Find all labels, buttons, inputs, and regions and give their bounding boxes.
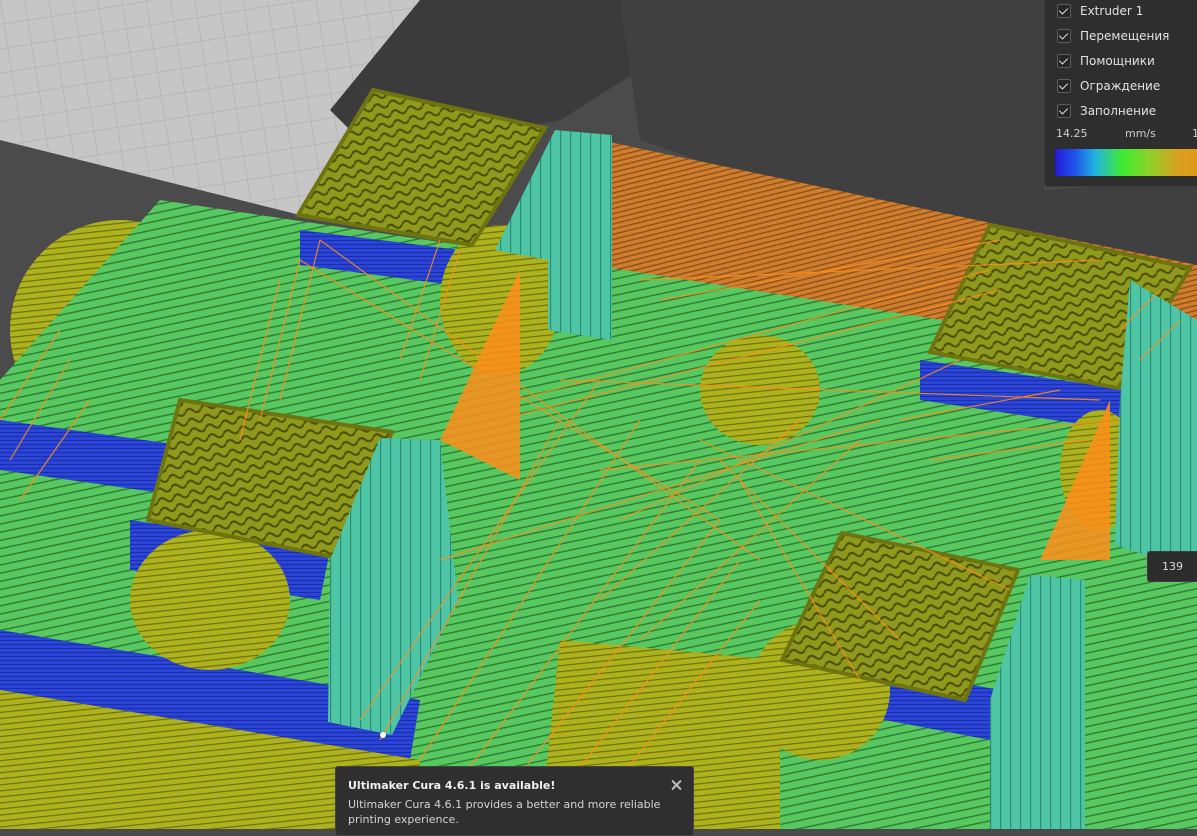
- feature-row-shell[interactable]: Ограждение: [1057, 77, 1160, 95]
- notification-close-button[interactable]: [666, 775, 686, 795]
- feature-label-helpers: Помощники: [1080, 54, 1155, 68]
- travels-checkbox[interactable]: [1057, 29, 1071, 43]
- check-icon: [1058, 105, 1069, 115]
- cylinder-olive-1: [130, 530, 290, 670]
- feature-label-extruder: Extruder 1: [1080, 4, 1144, 18]
- feature-row-infill[interactable]: Заполнение: [1057, 102, 1156, 120]
- layer-view-canvas[interactable]: [0, 0, 1197, 829]
- layer-marker-1: [380, 732, 386, 738]
- layer-view-viewport[interactable]: Extruder 1 Перемещения Помощники Огражде…: [0, 0, 1197, 836]
- shell-checkbox[interactable]: [1057, 79, 1071, 93]
- feature-label-shell: Ограждение: [1080, 79, 1161, 93]
- legend-unit: mm/s: [1125, 127, 1156, 140]
- notification-title: Ultimaker Cura 4.6.1 is available!: [348, 779, 556, 792]
- color-scheme-panel: Extruder 1 Перемещения Помощники Огражде…: [1044, 0, 1197, 187]
- close-icon: [666, 775, 686, 795]
- notification-body: Ultimaker Cura 4.6.1 provides a better a…: [348, 798, 661, 826]
- extruder-checkbox[interactable]: [1057, 4, 1071, 18]
- check-icon: [1058, 5, 1069, 15]
- cylinder-olive-4: [700, 335, 820, 445]
- feature-label-travels: Перемещения: [1080, 29, 1170, 43]
- legend-max-value: 1: [1192, 127, 1197, 140]
- speed-gradient-legend: [1055, 149, 1197, 176]
- feature-row-travels[interactable]: Перемещения: [1057, 27, 1169, 45]
- feature-label-infill: Заполнение: [1080, 104, 1157, 118]
- infill-checkbox[interactable]: [1057, 104, 1071, 118]
- helpers-checkbox[interactable]: [1057, 54, 1071, 68]
- feature-row-helpers[interactable]: Помощники: [1057, 52, 1155, 70]
- check-icon: [1058, 30, 1069, 40]
- update-notification: Ultimaker Cura 4.6.1 is available! Ultim…: [335, 766, 694, 836]
- layer-slider-handle-value[interactable]: 139: [1147, 551, 1197, 582]
- check-icon: [1058, 80, 1069, 90]
- legend-min-value: 14.25: [1056, 127, 1088, 140]
- feature-row-extruder[interactable]: Extruder 1: [1057, 2, 1143, 20]
- check-icon: [1058, 55, 1069, 65]
